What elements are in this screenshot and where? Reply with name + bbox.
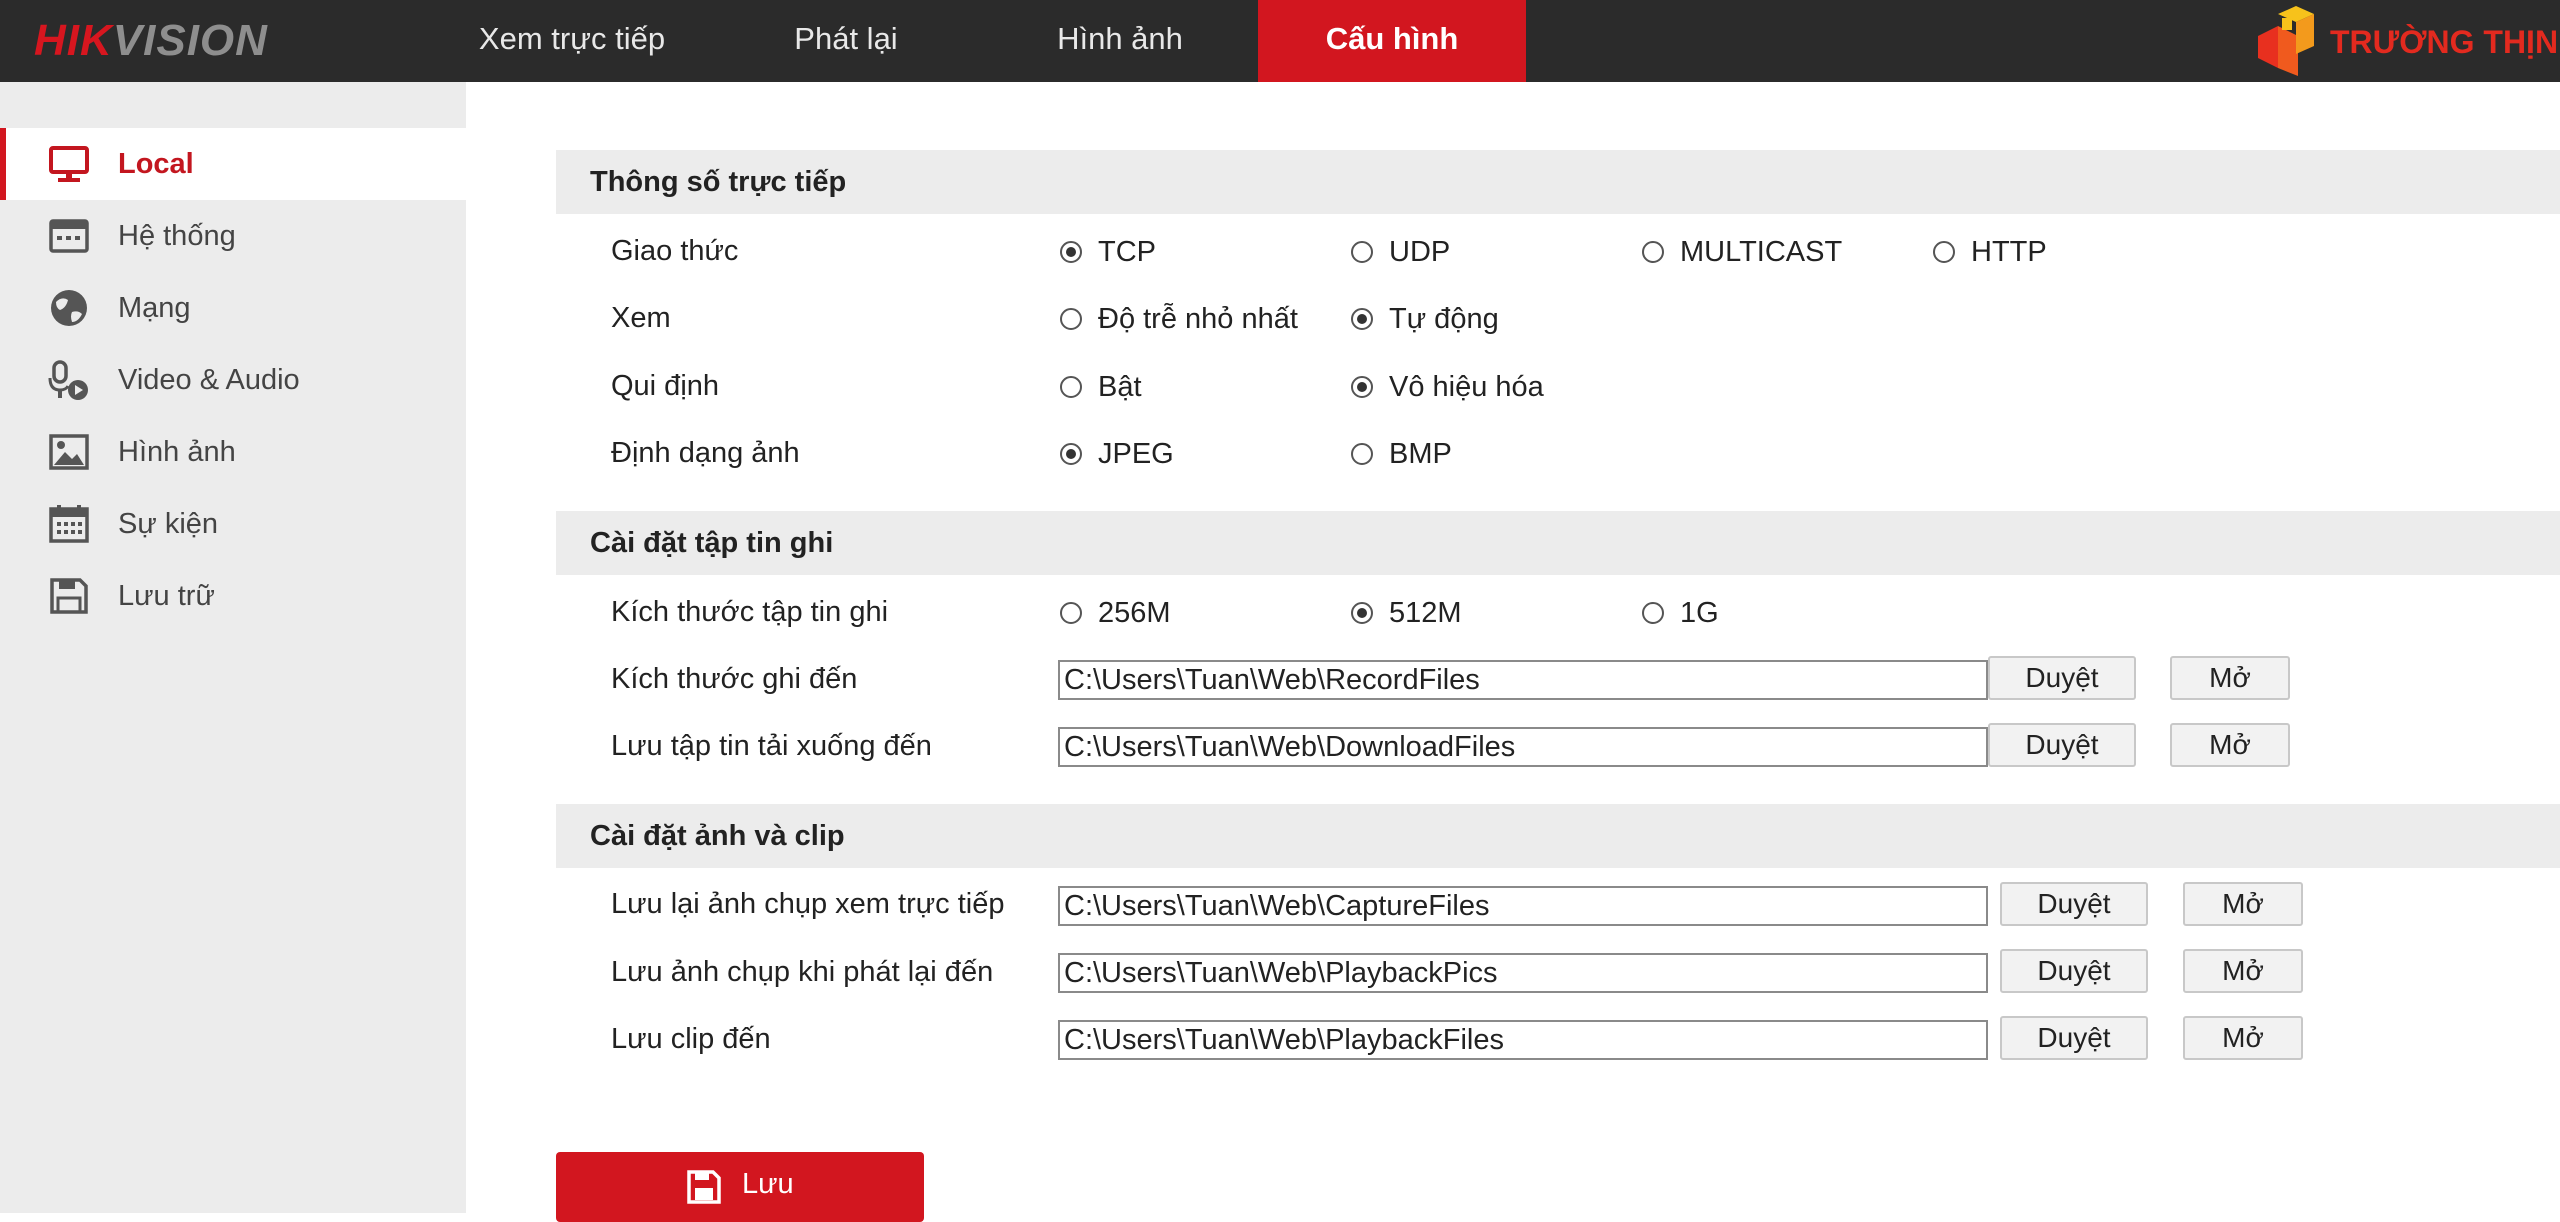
floppy-disk-icon	[687, 1170, 721, 1204]
radio-indicator	[1060, 443, 1082, 465]
sidebar-item-event[interactable]: Sự kiện	[0, 488, 466, 560]
rule-label: Qui định	[611, 370, 720, 402]
sidebar-item-label: Hệ thống	[118, 220, 236, 252]
sidebar-item-system[interactable]: Hệ thống	[0, 200, 466, 272]
open-button[interactable]: Mở	[2170, 723, 2290, 767]
open-button[interactable]: Mở	[2170, 656, 2290, 700]
sidebar-item-label: Video & Audio	[118, 364, 300, 396]
sidebar-item-label: Mạng	[118, 292, 191, 324]
radio-indicator	[1060, 376, 1082, 398]
section-title: Thông số trực tiếp	[590, 166, 847, 198]
section-record-settings: Cài đặt tập tin ghi	[556, 511, 2560, 575]
clip-label: Lưu clip đến	[611, 1023, 771, 1055]
playback-snapshot-path-input[interactable]	[1058, 953, 1988, 993]
sidebar-item-label: Local	[118, 148, 194, 180]
radio-label: UDP	[1389, 236, 1451, 268]
live-snapshot-label: Lưu lại ảnh chụp xem trực tiếp	[611, 888, 1005, 920]
browse-button[interactable]: Duyệt	[1988, 656, 2136, 700]
radio-label: 1G	[1680, 597, 1719, 629]
sidebar-item-network[interactable]: Mạng	[0, 272, 466, 344]
partner-logo: TRƯỜNG THỊNH	[2252, 6, 2560, 78]
radio-label: JPEG	[1098, 438, 1174, 470]
sidebar-item-label: Lưu trữ	[118, 580, 215, 612]
image-format-label: Định dạng ảnh	[611, 437, 800, 469]
tab-configuration[interactable]: Cấu hình	[1258, 0, 1526, 82]
sidebar-item-storage[interactable]: Lưu trữ	[0, 560, 466, 632]
radio-indicator	[1351, 308, 1373, 330]
sidebar-item-label: Sự kiện	[118, 508, 219, 540]
radio-indicator	[1351, 241, 1373, 263]
radio-indicator	[1060, 308, 1082, 330]
save-button-label: Lưu	[742, 1168, 794, 1200]
microphone-icon	[48, 360, 88, 400]
radio-indicator	[1642, 241, 1664, 263]
browse-button[interactable]: Duyệt	[2000, 1016, 2148, 1060]
radio-label: Bật	[1098, 371, 1142, 403]
sidebar-item-label: Hình ảnh	[118, 436, 236, 468]
radio-label: HTTP	[1971, 236, 2047, 268]
radio-label: Tự động	[1389, 303, 1499, 335]
image-icon	[49, 434, 89, 470]
save-button[interactable]: Lưu	[556, 1152, 924, 1222]
browse-button[interactable]: Duyệt	[1988, 723, 2136, 767]
download-path-input[interactable]	[1058, 727, 1988, 767]
protocol-label: Giao thức	[611, 235, 739, 267]
sidebar-item-video-audio[interactable]: Video & Audio	[0, 344, 466, 416]
radio-label: TCP	[1098, 236, 1156, 268]
sidebar-item-image[interactable]: Hình ảnh	[0, 416, 466, 488]
record-file-size-label: Kích thước tập tin ghi	[611, 596, 889, 628]
radio-indicator	[1642, 602, 1664, 624]
open-button[interactable]: Mở	[2183, 882, 2303, 926]
playback-snapshot-label: Lưu ảnh chụp khi phát lại đến	[611, 956, 994, 988]
radio-indicator	[1933, 241, 1955, 263]
logo-part-1: HIK	[34, 16, 113, 65]
open-button[interactable]: Mở	[2183, 949, 2303, 993]
radio-label: 256M	[1098, 597, 1171, 629]
logo-part-2: VISION	[112, 16, 268, 65]
tab-picture[interactable]: Hình ảnh	[1010, 0, 1230, 82]
sidebar-item-local[interactable]: Local	[0, 128, 466, 200]
live-snapshot-path-input[interactable]	[1058, 886, 1988, 926]
browse-button[interactable]: Duyệt	[2000, 882, 2148, 926]
radio-indicator	[1351, 376, 1373, 398]
section-live-params: Thông số trực tiếp	[556, 150, 2560, 214]
monitor-icon	[49, 146, 89, 182]
radio-indicator	[1060, 241, 1082, 263]
partner-logo-text: TRƯỜNG THỊNH	[2330, 24, 2560, 60]
radio-label: MULTICAST	[1680, 236, 1843, 268]
radio-label: BMP	[1389, 438, 1452, 470]
browse-button[interactable]: Duyệt	[2000, 949, 2148, 993]
top-navigation-bar: HIKVISION Xem trực tiếp Phát lại Hình ản…	[0, 0, 2560, 82]
radio-indicator	[1060, 602, 1082, 624]
partner-logo-icon	[2258, 6, 2314, 76]
radio-label: Độ trễ nhỏ nhất	[1098, 303, 1298, 335]
hikvision-logo: HIKVISION	[34, 14, 268, 68]
open-button[interactable]: Mở	[2183, 1016, 2303, 1060]
section-capture-settings: Cài đặt ảnh và clip	[556, 804, 2560, 868]
record-save-path-input[interactable]	[1058, 660, 1988, 700]
clip-path-input[interactable]	[1058, 1020, 1988, 1060]
radio-label: Vô hiệu hóa	[1389, 371, 1544, 403]
calendar-icon	[49, 505, 89, 543]
sidebar: Local Hệ thống Mạng Video & Audio Hình ả…	[0, 82, 466, 1213]
radio-label: 512M	[1389, 597, 1462, 629]
record-save-to-label: Kích thước ghi đến	[611, 663, 858, 695]
system-icon	[49, 219, 89, 253]
floppy-disk-icon	[50, 578, 88, 614]
tab-live-view[interactable]: Xem trực tiếp	[452, 0, 692, 82]
download-to-label: Lưu tập tin tải xuống đến	[611, 730, 932, 762]
view-label: Xem	[611, 302, 671, 334]
section-title: Cài đặt ảnh và clip	[590, 820, 845, 852]
section-title: Cài đặt tập tin ghi	[590, 527, 834, 559]
radio-indicator	[1351, 602, 1373, 624]
globe-icon	[51, 290, 87, 326]
tab-playback[interactable]: Phát lại	[752, 0, 940, 82]
radio-indicator	[1351, 443, 1373, 465]
